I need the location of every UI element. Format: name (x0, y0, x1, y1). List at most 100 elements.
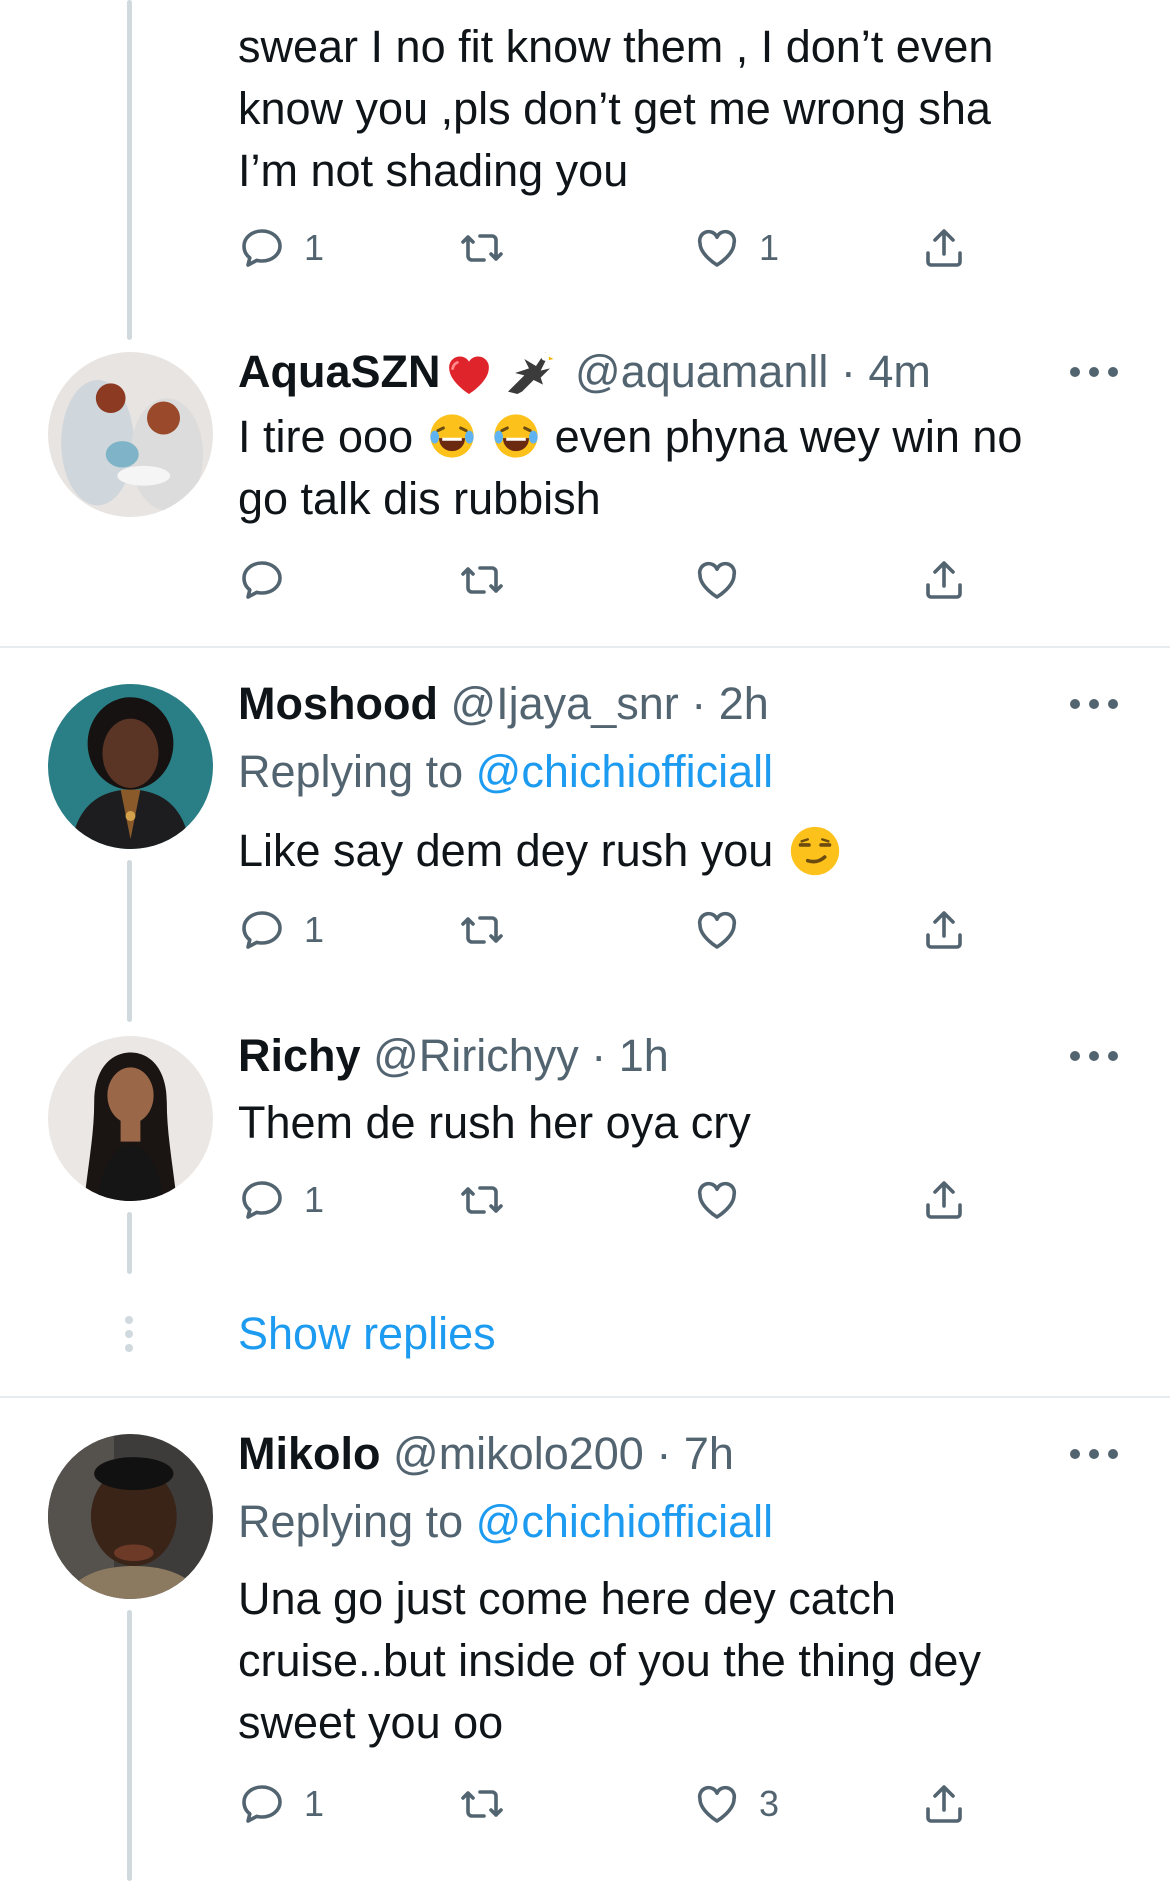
reply-button[interactable]: 1 (238, 220, 324, 276)
reply-icon (238, 1780, 286, 1828)
tweet-time[interactable]: · 2h (691, 678, 769, 729)
replying-to-mention[interactable]: @chichiofficiall (476, 1496, 773, 1547)
share-icon (920, 1176, 968, 1224)
user-handle[interactable]: @mikolo200 (393, 1428, 644, 1479)
replying-to: Replying to @chichiofficiall (238, 744, 773, 800)
user-handle[interactable]: @aquamanll (575, 346, 828, 397)
like-button[interactable] (693, 552, 741, 608)
like-button[interactable]: 3 (693, 1776, 779, 1832)
tweet-text-line: go talk dis rubbish (238, 473, 601, 524)
share-button[interactable] (920, 902, 968, 958)
tweet-divider (0, 1396, 1170, 1398)
heart-icon (693, 906, 741, 954)
tweet-actions: 1 3 (238, 1776, 998, 1832)
tears-of-joy-icon (426, 410, 478, 462)
tweet-text-line: Una go just come here dey catch (238, 1573, 896, 1624)
tweet-text-segment: Like say dem dey rush you (238, 825, 774, 876)
share-button[interactable] (920, 220, 968, 276)
display-name[interactable]: Moshood (238, 678, 438, 729)
share-button[interactable] (920, 1172, 968, 1228)
eagle-icon (499, 345, 563, 401)
tweet-text: Like say dem dey rush you (238, 820, 1098, 882)
tears-of-joy-icon (490, 410, 542, 462)
tweet-header: Moshood @Ijaya_snr · 2h (238, 676, 769, 732)
retweet-button[interactable] (458, 552, 506, 608)
smirking-face-icon (786, 822, 844, 880)
reply-button[interactable] (238, 552, 286, 608)
retweet-icon (458, 1176, 506, 1224)
tweet-text-line: sweet you oo (238, 1697, 504, 1748)
reply-count: 1 (304, 1179, 325, 1220)
like-count: 1 (759, 227, 780, 268)
tweet-text-segment: I tire ooo (238, 411, 414, 462)
heart-icon (693, 1176, 741, 1224)
tweet-actions: 1 (238, 1172, 998, 1228)
like-button[interactable] (693, 1172, 741, 1228)
thread-line (127, 1212, 132, 1274)
tweet-text: Them de rush her oya cry (238, 1092, 1098, 1154)
reply-count: 1 (304, 1783, 325, 1824)
more-icon[interactable] (1070, 1447, 1118, 1461)
heart-icon (693, 556, 741, 604)
user-handle[interactable]: @Ririchyy (373, 1030, 579, 1081)
thread-line (127, 1610, 132, 1881)
like-button[interactable] (693, 902, 741, 958)
retweet-button[interactable] (458, 902, 506, 958)
reply-button[interactable]: 1 (238, 1776, 324, 1832)
avatar[interactable] (48, 1036, 213, 1201)
avatar[interactable] (48, 684, 213, 849)
retweet-icon (458, 556, 506, 604)
display-name[interactable]: Mikolo (238, 1428, 381, 1479)
retweet-button[interactable] (458, 1776, 506, 1832)
like-button[interactable]: 1 (693, 220, 779, 276)
share-icon (920, 906, 968, 954)
share-icon (920, 556, 968, 604)
tweet-text-line: know you ,pls don’t get me wrong sha (238, 83, 991, 134)
avatar[interactable] (48, 1434, 213, 1599)
retweet-button[interactable] (458, 220, 506, 276)
tweet-text-line: cruise..but inside of you the thing dey (238, 1635, 981, 1686)
display-name[interactable]: AquaSZN (238, 346, 441, 397)
reply-count: 1 (304, 227, 325, 268)
tweet-header: Richy @Ririchyy · 1h (238, 1028, 669, 1084)
more-icon[interactable] (1070, 697, 1118, 711)
replying-to-mention[interactable]: @chichiofficiall (476, 746, 773, 797)
tweet-actions (238, 552, 998, 608)
more-icon[interactable] (1070, 365, 1118, 379)
retweet-button[interactable] (458, 1172, 506, 1228)
share-icon (920, 224, 968, 272)
tweet-actions: 1 (238, 902, 998, 958)
tweet-text-line: I’m not shading you (238, 145, 629, 196)
display-name[interactable]: Richy (238, 1030, 361, 1081)
reply-icon (238, 556, 286, 604)
replying-prefix: Replying to (238, 1496, 464, 1547)
tweet-text-line: swear I no fit know them , I don’t even (238, 21, 994, 72)
show-replies-link[interactable]: Show replies (238, 1306, 496, 1362)
more-icon[interactable] (1070, 1049, 1118, 1063)
user-handle[interactable]: @Ijaya_snr (450, 678, 678, 729)
tweet-time[interactable]: · 1h (591, 1030, 669, 1081)
retweet-icon (458, 906, 506, 954)
reply-icon (238, 224, 286, 272)
reply-icon (238, 906, 286, 954)
like-count: 3 (759, 1783, 780, 1824)
share-icon (920, 1780, 968, 1828)
replying-to: Replying to @chichiofficiall (238, 1494, 773, 1550)
tweet-text: Una go just come here dey catch cruise..… (238, 1568, 1098, 1754)
avatar[interactable] (48, 352, 213, 517)
replying-prefix: Replying to (238, 746, 464, 797)
thread-line (127, 860, 132, 1022)
tweet-text-segment: even phyna wey win no (554, 411, 1023, 462)
share-button[interactable] (920, 552, 968, 608)
share-button[interactable] (920, 1776, 968, 1832)
reply-count: 1 (304, 909, 325, 950)
tweet-text-line: Them de rush her oya cry (238, 1097, 751, 1148)
heart-icon (693, 1780, 741, 1828)
reply-button[interactable]: 1 (238, 902, 324, 958)
tweet-text: swear I no fit know them , I don’t even … (238, 16, 1098, 202)
tweet-header: Mikolo @mikolo200 · 7h (238, 1426, 734, 1482)
tweet-time[interactable]: · 4m (841, 346, 931, 397)
reply-button[interactable]: 1 (238, 1172, 324, 1228)
tweet-time[interactable]: · 7h (656, 1428, 734, 1479)
reply-icon (238, 1176, 286, 1224)
